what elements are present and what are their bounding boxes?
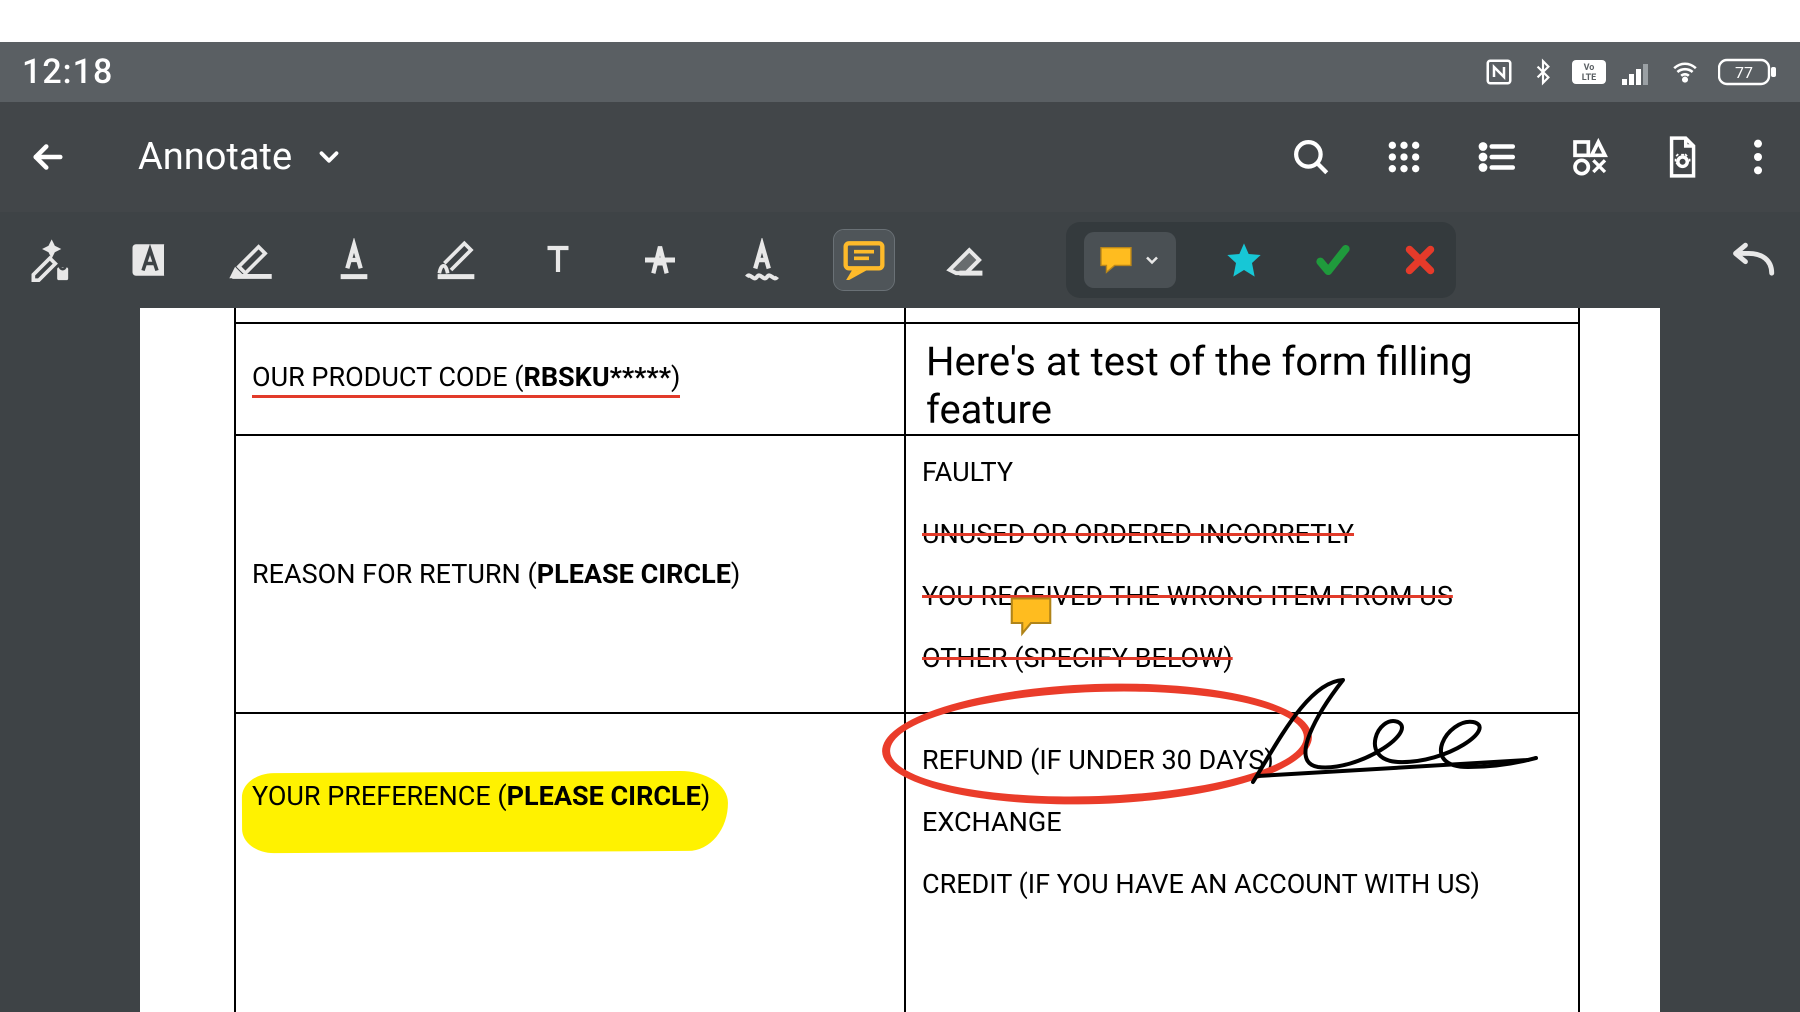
svg-text:LTE: LTE xyxy=(1582,73,1597,83)
auto-annotate-tool[interactable] xyxy=(18,230,78,290)
strikethrough-tool[interactable] xyxy=(630,230,690,290)
undo-button[interactable] xyxy=(1722,230,1782,290)
grid-view-button[interactable] xyxy=(1384,137,1424,177)
squiggly-underline-tool[interactable] xyxy=(732,230,792,290)
overflow-menu-button[interactable] xyxy=(1752,137,1764,177)
volte-icon: VoLTE xyxy=(1572,60,1606,84)
page-settings-button[interactable] xyxy=(1662,135,1700,179)
bluetooth-icon xyxy=(1530,57,1556,87)
mode-label: Annotate xyxy=(138,135,292,179)
insert-text-tool[interactable] xyxy=(528,230,588,290)
text-box-tool[interactable] xyxy=(120,230,180,290)
reason-option: OTHER (SPECIFY BELOW) xyxy=(922,642,1562,674)
form-fill-typed-text[interactable]: Here's at test of the form filling featu… xyxy=(906,324,1578,434)
preset-cross-button[interactable] xyxy=(1402,230,1438,290)
annotation-toolbar xyxy=(0,212,1800,308)
mode-dropdown[interactable]: Annotate xyxy=(138,135,344,179)
back-button[interactable] xyxy=(18,136,78,178)
wifi-icon xyxy=(1668,59,1702,85)
status-time: 12:18 xyxy=(22,52,113,92)
underline-tool[interactable] xyxy=(324,230,384,290)
battery-icon: 77 xyxy=(1718,57,1778,87)
search-button[interactable] xyxy=(1290,136,1332,178)
status-bar: 12:18 VoLTE 77 xyxy=(0,42,1800,102)
comment-note-tool[interactable] xyxy=(834,230,894,290)
free-draw-tool[interactable] xyxy=(426,230,486,290)
preset-comment-dropdown[interactable] xyxy=(1084,232,1176,288)
preference-option: CREDIT (IF YOU HAVE AN ACCOUNT WITH US) xyxy=(922,868,1562,900)
preference-option: EXCHANGE xyxy=(922,806,1562,838)
your-preference-label-highlighted: YOUR PREFERENCE (PLEASE CIRCLE) xyxy=(252,780,710,812)
reason-option: UNUSED OR ORDERED INCORRETLY xyxy=(922,518,1562,550)
reason-option: FAULTY xyxy=(922,456,1562,488)
preference-option: REFUND (IF UNDER 30 DAYS) xyxy=(922,744,1562,776)
star-icon xyxy=(1224,240,1264,280)
preset-check-button[interactable] xyxy=(1312,230,1354,290)
product-code-label: OUR PRODUCT CODE (RBSKU*****) xyxy=(252,361,680,398)
chevron-down-icon xyxy=(1142,250,1162,270)
svg-text:Vo: Vo xyxy=(1584,63,1595,73)
chevron-down-icon xyxy=(314,142,344,172)
form-table: OUR PRODUCT CODE (RBSKU*****) Here's at … xyxy=(234,308,1580,1012)
document-viewport[interactable]: OUR PRODUCT CODE (RBSKU*****) Here's at … xyxy=(0,308,1800,1012)
reason-for-return-label: REASON FOR RETURN (PLEASE CIRCLE) xyxy=(236,540,904,608)
eraser-tool[interactable] xyxy=(936,230,996,290)
check-icon xyxy=(1312,241,1354,279)
nfc-icon xyxy=(1484,57,1514,87)
cross-icon xyxy=(1402,242,1438,278)
app-bar: Annotate xyxy=(0,102,1800,212)
comment-icon xyxy=(1098,245,1134,275)
outline-button[interactable] xyxy=(1476,136,1518,178)
cellular-signal-icon xyxy=(1622,59,1652,85)
svg-text:77: 77 xyxy=(1735,63,1753,82)
preset-star-button[interactable] xyxy=(1224,230,1264,290)
annotation-presets-group xyxy=(1066,222,1456,298)
comment-annotation-marker[interactable] xyxy=(1008,595,1054,637)
pdf-page[interactable]: OUR PRODUCT CODE (RBSKU*****) Here's at … xyxy=(140,308,1660,1012)
shapes-button[interactable] xyxy=(1570,137,1610,177)
highlighter-tool[interactable] xyxy=(222,230,282,290)
